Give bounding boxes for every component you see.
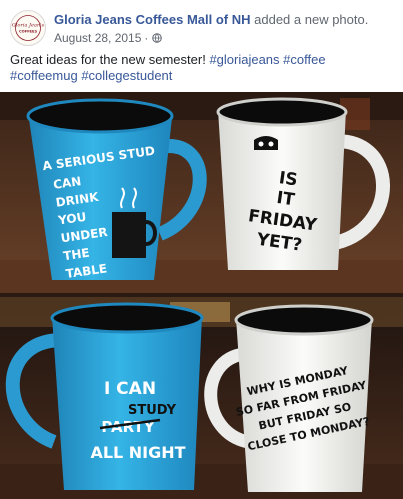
globe-icon[interactable]: [152, 33, 163, 43]
caption-text: Great ideas for the new semester!: [10, 52, 206, 67]
mug3-text-line: ALL NIGHT: [90, 443, 185, 462]
photo-panel-top: A SERIOUS STUD CAN DRINK YOU UNDER THE T…: [0, 92, 403, 293]
hashtag-link[interactable]: #collegestudent: [81, 68, 172, 83]
post-timestamp[interactable]: August 28, 2015: [54, 31, 141, 45]
photo-divider: [0, 293, 403, 297]
post-caption: Great ideas for the new semester! #glori…: [10, 52, 396, 84]
mug2-text-line: IS: [278, 168, 299, 190]
mug3-text-line: STUDY: [128, 403, 177, 418]
mug2-text-line: IT: [275, 188, 296, 210]
photo-panel-bottom: I CAN STUDY PARTY ALL NIGHT WHY IS MONDA…: [0, 297, 403, 499]
post-action-text: added a new photo.: [254, 12, 369, 27]
meta-separator: ·: [144, 31, 149, 45]
hashtag-link[interactable]: #gloriajeans: [209, 52, 279, 67]
mug3-text-line: I CAN: [104, 379, 156, 399]
post-header: Gloria Jean's COFFEES Gloria Jeans Coffe…: [10, 10, 400, 46]
logo-text-brand: Gloria Jean's: [12, 23, 45, 29]
facebook-post: Gloria Jean's COFFEES Gloria Jeans Coffe…: [0, 0, 403, 499]
author-line: Gloria Jeans Coffees Mall of NH added a …: [54, 12, 368, 27]
page-avatar[interactable]: Gloria Jean's COFFEES: [10, 10, 46, 46]
hashtag-link[interactable]: #coffeemug: [10, 68, 78, 83]
gloria-jeans-logo: Gloria Jean's COFFEES: [12, 12, 45, 44]
post-photo[interactable]: A SERIOUS STUD CAN DRINK YOU UNDER THE T…: [0, 92, 403, 499]
post-meta: August 28, 2015 ·: [54, 31, 163, 45]
logo-text-coffees: COFFEES: [19, 30, 38, 34]
author-name-link[interactable]: Gloria Jeans Coffees Mall of NH: [54, 12, 251, 27]
hashtag-link[interactable]: #coffee: [283, 52, 325, 67]
